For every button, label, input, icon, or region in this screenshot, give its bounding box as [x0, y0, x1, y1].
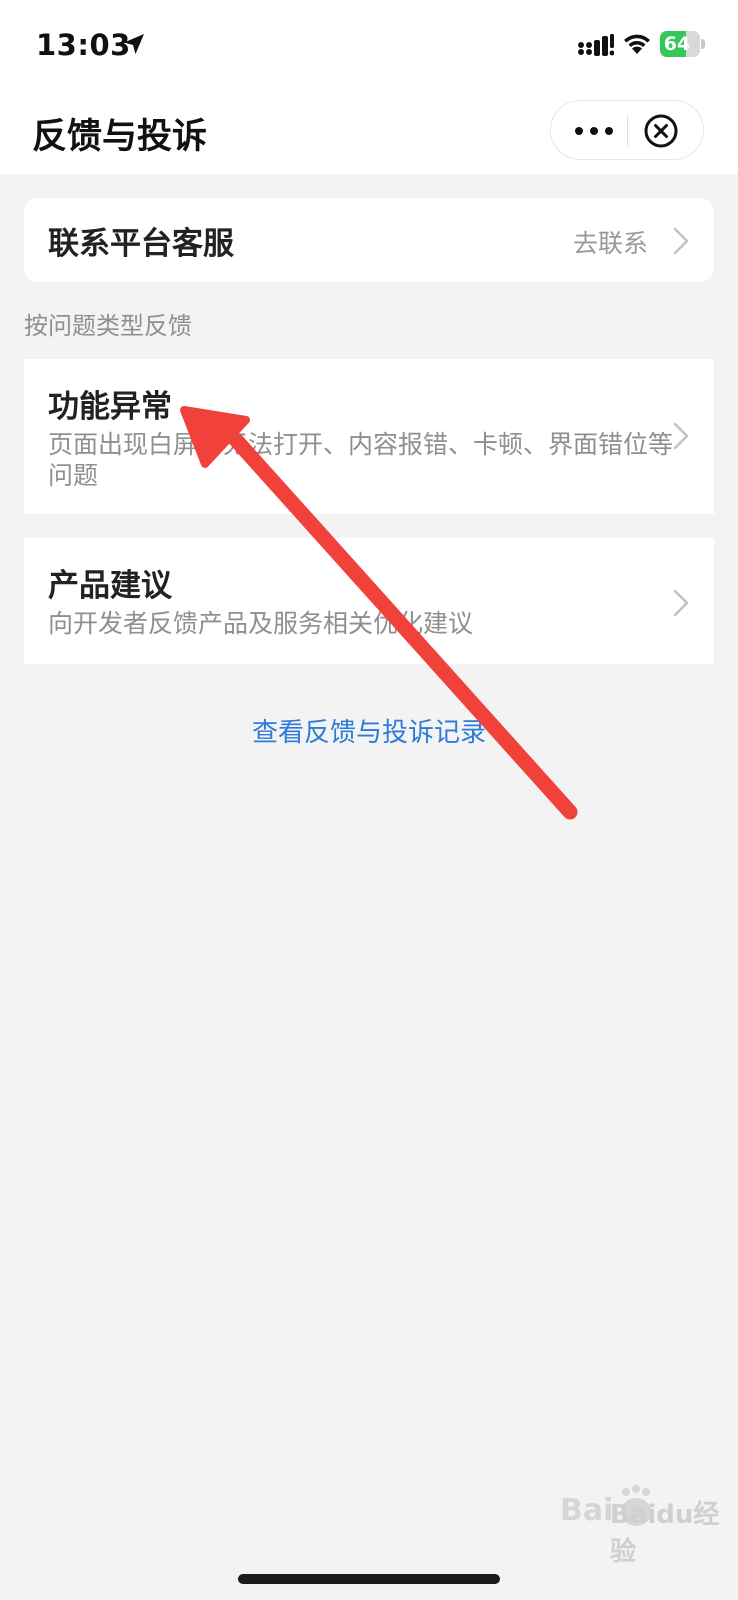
feedback-item-product-suggestion[interactable]: 产品建议 向开发者反馈产品及服务相关优化建议: [24, 538, 714, 664]
feedback-item-desc: 页面出现白屏、无法打开、内容报错、卡顿、界面错位等问题: [48, 430, 674, 490]
home-indicator: [238, 1574, 500, 1584]
cellular-signal-icon: [578, 34, 614, 56]
wifi-icon: [624, 34, 650, 54]
chevron-right-icon: [673, 227, 689, 255]
capsule-divider: [627, 115, 628, 147]
section-label: 按问题类型反馈: [24, 312, 192, 340]
mini-program-capsule: [550, 100, 704, 160]
contact-service-title: 联系平台客服: [48, 226, 234, 262]
more-dots-icon[interactable]: [573, 121, 615, 141]
feedback-item-title: 产品建议: [48, 568, 172, 604]
chevron-right-icon: [673, 589, 689, 617]
page-title: 反馈与投诉: [32, 117, 208, 157]
chevron-right-icon: [673, 422, 689, 450]
location-arrow-icon: [124, 34, 144, 54]
feedback-item-title: 功能异常: [48, 389, 172, 425]
feedback-item-desc: 向开发者反馈产品及服务相关优化建议: [48, 609, 474, 638]
contact-action-label: 去联系: [572, 229, 648, 258]
close-circle-icon[interactable]: [643, 113, 679, 149]
contact-service-row[interactable]: 联系平台客服 去联系: [24, 198, 714, 282]
status-bar: 13:03 64: [0, 0, 738, 92]
watermark-text: Baidu经验: [610, 1500, 720, 1567]
battery-indicator: 64: [660, 31, 706, 57]
battery-level: 64: [663, 33, 691, 55]
nav-bar: 反馈与投诉: [0, 92, 738, 174]
view-records-link[interactable]: 查看反馈与投诉记录: [0, 712, 738, 749]
feedback-item-function-error[interactable]: 功能异常 页面出现白屏、无法打开、内容报错、卡顿、界面错位等问题: [24, 359, 714, 514]
svg-text:Bai: Bai: [560, 1493, 613, 1528]
status-time: 13:03: [36, 28, 131, 62]
